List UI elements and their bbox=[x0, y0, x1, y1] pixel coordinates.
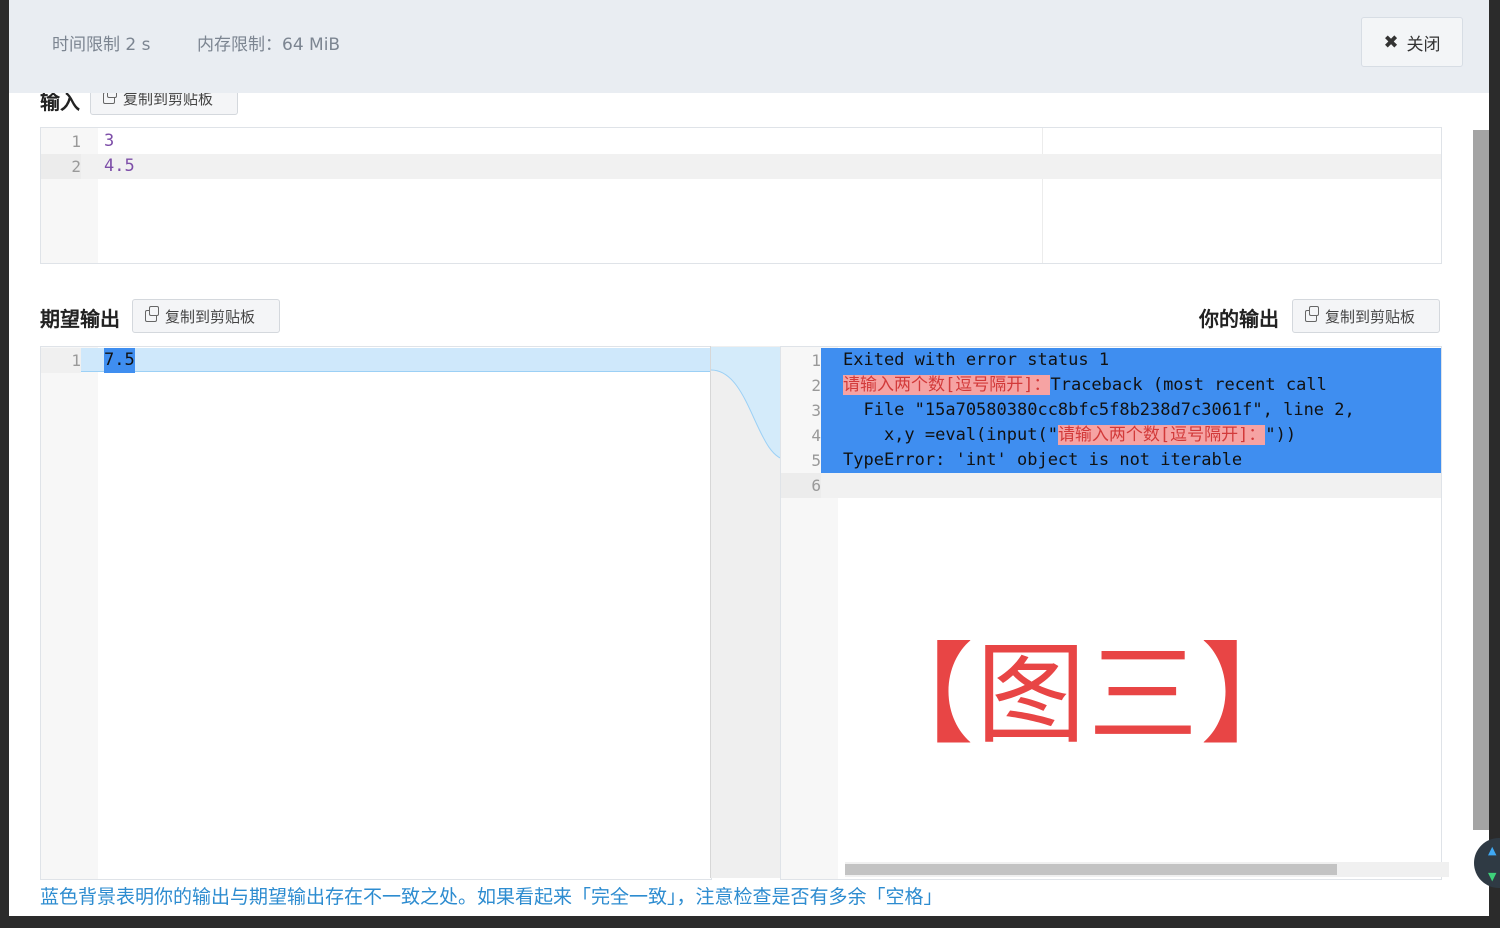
expected-line: 1 7.5 bbox=[41, 348, 711, 373]
input-line: 1 3 bbox=[71, 131, 115, 151]
yours-line: 5 TypeError: 'int' object is not iterabl… bbox=[781, 448, 1441, 473]
modal-header: 时间限制 2 s 内存限制：64 MiB ✖ 关闭 bbox=[9, 0, 1489, 93]
copy-expected-label: 复制到剪贴板 bbox=[165, 307, 256, 326]
time-limit: 时间限制 2 s bbox=[52, 35, 151, 55]
yours-line: 3 File "15a70580380cc8bfc5f8b238d7c3061f… bbox=[781, 398, 1441, 423]
input-editor[interactable]: 1 3 2 4.5 bbox=[40, 127, 1442, 264]
diff-connector-curve bbox=[711, 347, 788, 461]
arrow-up-icon: ▲ bbox=[1488, 844, 1497, 857]
close-label: 关闭 bbox=[1406, 34, 1441, 55]
copy-icon bbox=[145, 306, 159, 322]
copy-icon bbox=[1305, 306, 1319, 322]
scrollbar-thumb[interactable] bbox=[845, 864, 1337, 875]
yours-line: 1 Exited with error status 1 bbox=[781, 348, 1441, 373]
diff-connector bbox=[710, 346, 789, 878]
result-modal: 时间限制 2 s 内存限制：64 MiB ✖ 关闭 输入 复制到剪贴板 1 3 … bbox=[9, 0, 1489, 916]
expected-title: 期望输出 bbox=[40, 307, 120, 331]
copy-yours-button[interactable]: 复制到剪贴板 bbox=[1292, 299, 1440, 333]
arrow-down-icon: ▼ bbox=[1488, 870, 1497, 883]
close-button[interactable]: ✖ 关闭 bbox=[1361, 17, 1463, 67]
yours-horizontal-scrollbar[interactable] bbox=[845, 862, 1449, 877]
figure-stamp: 【图三】 bbox=[864, 631, 1312, 759]
yours-line: 4 x,y =eval(input("请输入两个数[逗号隔开]：")) bbox=[781, 423, 1441, 448]
modal-vertical-scrollbar[interactable] bbox=[1473, 130, 1489, 830]
close-icon: ✖ bbox=[1383, 31, 1399, 53]
diff-explanation-note: 蓝色背景表明你的输出与期望输出存在不一致之处。如果看起来「完全一致」，注意检查是… bbox=[40, 886, 943, 908]
copy-icon bbox=[103, 88, 117, 104]
expected-editor[interactable]: 1 7.5 bbox=[40, 346, 712, 880]
memory-limit: 内存限制：64 MiB bbox=[197, 35, 341, 55]
yours-line-active: 6 bbox=[781, 473, 1441, 498]
yours-title: 你的输出 bbox=[1199, 307, 1279, 331]
input-line-active: 2 4.5 bbox=[41, 154, 1441, 179]
copy-expected-button[interactable]: 复制到剪贴板 bbox=[132, 299, 280, 333]
yours-line: 2 请输入两个数[逗号隔开]：Traceback (most recent ca… bbox=[781, 373, 1441, 398]
copy-yours-label: 复制到剪贴板 bbox=[1325, 307, 1416, 326]
